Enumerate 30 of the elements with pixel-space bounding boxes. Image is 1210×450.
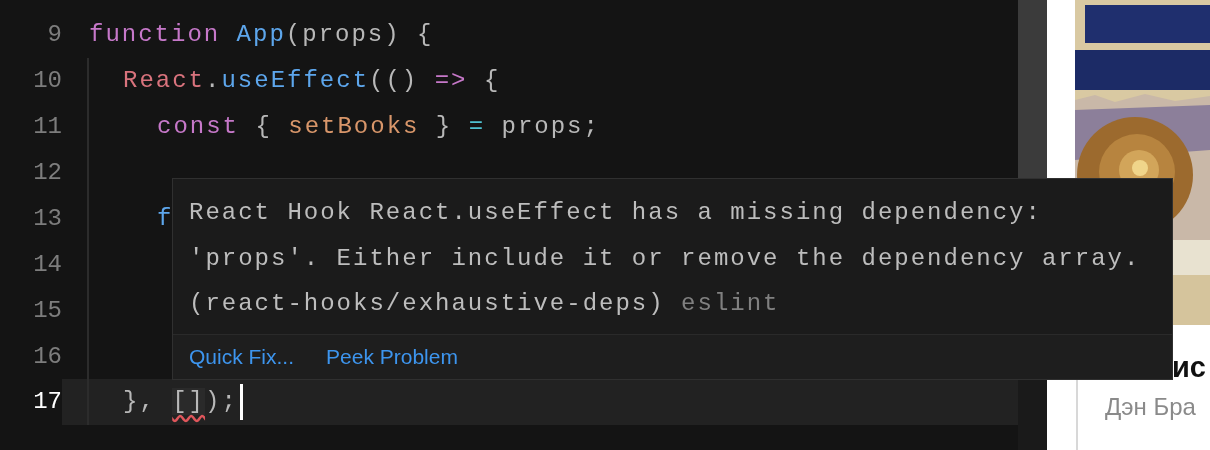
line-number: 10 xyxy=(33,67,62,95)
code-text: (props) { xyxy=(285,21,434,49)
code-text: { xyxy=(482,67,501,95)
error-code-text: [] xyxy=(172,388,206,416)
code-text: props; xyxy=(500,113,600,141)
code-text: . xyxy=(205,67,222,95)
code-text: } xyxy=(434,113,453,141)
line-number: 17 xyxy=(33,388,62,416)
code-text: App xyxy=(235,21,286,49)
line-number: 14 xyxy=(33,250,62,278)
code-text: useEffect xyxy=(221,67,370,95)
line-number: 16 xyxy=(33,342,62,370)
code-text: ); xyxy=(205,388,238,416)
code-text: }, xyxy=(123,388,157,416)
error-message: React Hook React.useEffect has a missing dependency: 'props'. Either include it or remove the dependency array. (react-hooks/exhaustive-deps) eslint xyxy=(188,198,1142,319)
code-text: => xyxy=(433,67,468,95)
line-number: 11 xyxy=(33,113,62,141)
code-text: = xyxy=(467,113,486,141)
code-text: setBooks xyxy=(287,113,420,141)
line-number: 13 xyxy=(33,204,62,232)
code-text: (() xyxy=(369,67,419,95)
code-text: f xyxy=(157,204,174,232)
book-author: Дэн Бра xyxy=(1105,392,1197,422)
code-text: const xyxy=(157,113,239,141)
line-number: 15 xyxy=(33,296,62,324)
code-text: function xyxy=(89,21,221,49)
code-text: React xyxy=(123,67,205,95)
code-text: { xyxy=(254,113,272,141)
line-number: 9 xyxy=(47,21,62,49)
line-number: 12 xyxy=(33,159,62,187)
